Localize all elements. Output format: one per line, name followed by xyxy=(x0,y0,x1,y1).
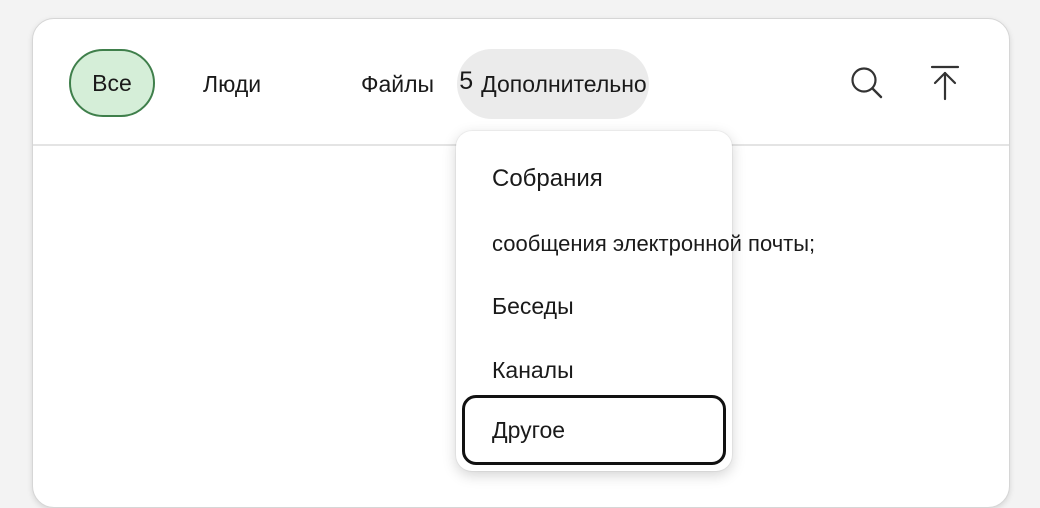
tab-people-label: Люди xyxy=(203,70,262,97)
search-button[interactable] xyxy=(847,63,887,103)
scroll-to-top-button[interactable] xyxy=(925,63,965,103)
search-icon xyxy=(851,67,883,99)
menu-item-meetings[interactable]: Собрания xyxy=(492,165,603,193)
tab-more[interactable]: 5 Дополнительно xyxy=(457,49,649,119)
tab-people[interactable]: Люди xyxy=(203,49,261,119)
tab-more-label: Дополнительно xyxy=(481,70,647,97)
menu-item-emails[interactable]: сообщения электронной почты; xyxy=(492,231,815,257)
tab-more-count: 5 xyxy=(459,66,474,95)
arrow-up-to-top-icon xyxy=(930,65,960,101)
menu-item-chats[interactable]: Беседы xyxy=(492,293,574,320)
more-dropdown-menu: Собрания сообщения электронной почты; Бе… xyxy=(456,131,815,471)
tab-all[interactable]: Все xyxy=(69,49,155,117)
tab-files[interactable]: Файлы xyxy=(361,49,434,119)
menu-item-other-label: Другое xyxy=(492,416,566,443)
tab-files-label: Файлы xyxy=(361,70,435,97)
menu-item-other[interactable]: Другое xyxy=(462,395,726,465)
filter-bar: Все Люди Файлы 5 Дополнительно xyxy=(33,19,1009,146)
tab-all-label: Все xyxy=(92,69,132,96)
menu-item-channels[interactable]: Каналы xyxy=(492,357,574,384)
